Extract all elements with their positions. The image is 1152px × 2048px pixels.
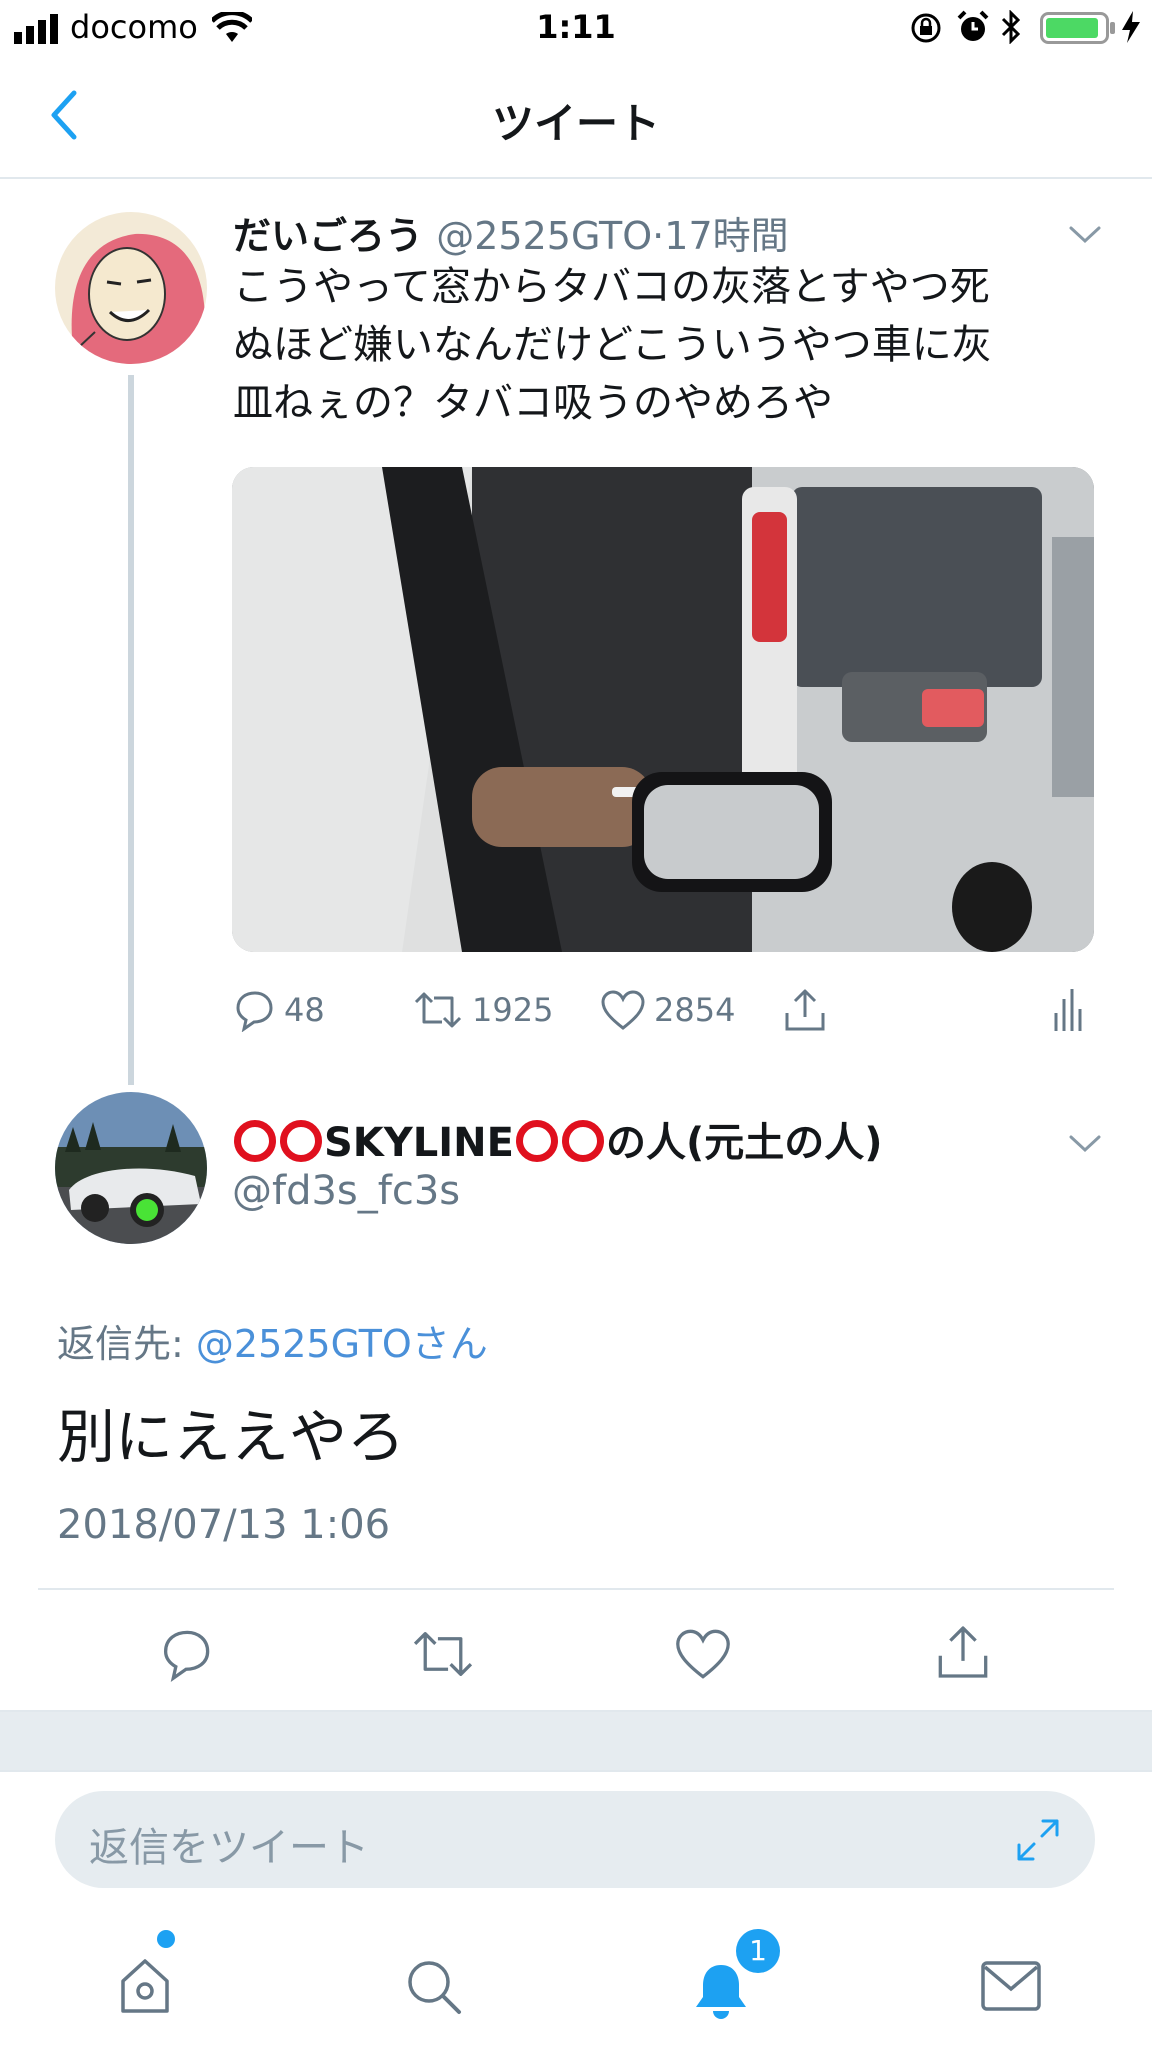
reply-timestamp: 2018/07/13 1:06 bbox=[57, 1502, 391, 1548]
like-count: 2854 bbox=[654, 991, 736, 1029]
tweet-text-line: ぬほど嫌いなんだけどこういうやつ車に灰 bbox=[233, 322, 992, 368]
replying-prefix: 返信先: bbox=[57, 1322, 196, 1366]
avatar[interactable] bbox=[55, 1092, 207, 1244]
reply-icon bbox=[236, 991, 273, 1032]
notification-badge: 1 bbox=[736, 1929, 780, 1973]
heart-icon[interactable] bbox=[674, 1626, 732, 1682]
car-photo-image bbox=[232, 467, 1094, 952]
home-icon[interactable] bbox=[115, 1957, 175, 2015]
messages-envelope-icon[interactable] bbox=[980, 1959, 1042, 2013]
status-bar: docomo 1:11 bbox=[0, 0, 1152, 60]
thread-line bbox=[128, 375, 134, 1085]
reply-count: 48 bbox=[284, 991, 325, 1029]
section-separator bbox=[0, 1710, 1152, 1772]
charging-icon bbox=[1122, 11, 1140, 43]
reply-text: 別にええやろ bbox=[57, 1403, 406, 1471]
reply-actions bbox=[0, 1620, 1152, 1690]
meta-separator: · bbox=[652, 214, 665, 258]
bluetooth-icon bbox=[1001, 10, 1021, 44]
reply-author-name[interactable]: SKYLINE の人(元土の人) bbox=[232, 1110, 883, 1168]
like-action[interactable]: 2854 bbox=[600, 985, 735, 1035]
reply-action[interactable]: 48 bbox=[232, 985, 325, 1035]
replying-to: 返信先: @2525GTOさん bbox=[57, 1313, 488, 1368]
reply-input-placeholder[interactable]: 返信をツイート bbox=[89, 1815, 369, 1873]
tweet-text: こうやって窓からタバコの灰落とすやつ死 ぬほど嫌いなんだけどこういうやつ車に灰 … bbox=[233, 258, 1093, 432]
chevron-down-icon[interactable] bbox=[1068, 225, 1102, 245]
tweet-text-line: 皿ねぇの？タバコ吸うのやめろや bbox=[233, 380, 833, 426]
retweet-icon[interactable] bbox=[410, 1626, 476, 1682]
red-circle-icon bbox=[280, 1120, 322, 1162]
replying-to-link[interactable]: @2525GTOさん bbox=[196, 1322, 488, 1366]
notifications-bell-icon[interactable] bbox=[692, 1961, 750, 2019]
page-title: ツイート bbox=[491, 99, 660, 148]
relative-time: 17時間 bbox=[664, 214, 789, 258]
tweet-text-line: こうやって窓からタバコの灰落とすやつ死 bbox=[233, 264, 990, 310]
share-icon[interactable] bbox=[934, 1622, 992, 1682]
red-circle-icon bbox=[561, 1120, 604, 1162]
analytics-action[interactable] bbox=[1052, 985, 1082, 1035]
battery-icon bbox=[1040, 12, 1115, 44]
retweet-action[interactable]: 1925 bbox=[412, 985, 553, 1035]
avatar[interactable] bbox=[55, 212, 207, 364]
display-name-part: SKYLINE bbox=[324, 1120, 514, 1166]
display-name-part: の人(元土の人) bbox=[605, 1120, 883, 1166]
retweet-icon bbox=[414, 992, 462, 1028]
tweet-author[interactable]: だいごろう @2525GTO·17時間 bbox=[233, 205, 789, 260]
reply-author-handle[interactable]: @fd3s_fc3s bbox=[232, 1168, 460, 1214]
share-icon bbox=[785, 989, 825, 1031]
expand-icon[interactable] bbox=[1015, 1817, 1061, 1863]
display-name[interactable]: だいごろう bbox=[233, 214, 423, 258]
search-icon[interactable] bbox=[404, 1957, 464, 2017]
alarm-icon bbox=[957, 10, 989, 41]
reply-composer[interactable]: 返信をツイート bbox=[55, 1791, 1095, 1888]
cartoon-face-icon bbox=[55, 212, 207, 364]
car-avatar-image bbox=[55, 1092, 207, 1244]
chevron-down-icon[interactable] bbox=[1068, 1134, 1102, 1154]
reply-icon[interactable] bbox=[158, 1626, 214, 1682]
red-circle-icon bbox=[234, 1120, 276, 1162]
divider bbox=[38, 1588, 1114, 1590]
tweet-photo[interactable] bbox=[232, 467, 1094, 952]
author-handle[interactable]: @2525GTO bbox=[436, 214, 652, 258]
home-unread-dot bbox=[157, 1930, 175, 1948]
red-circle-icon bbox=[515, 1120, 558, 1162]
rotation-lock-icon bbox=[911, 13, 941, 43]
navigation-bar: ツイート bbox=[0, 60, 1152, 179]
share-action[interactable] bbox=[782, 985, 828, 1035]
heart-icon bbox=[601, 990, 645, 1030]
analytics-icon bbox=[1054, 989, 1082, 1031]
retweet-count: 1925 bbox=[472, 991, 554, 1029]
